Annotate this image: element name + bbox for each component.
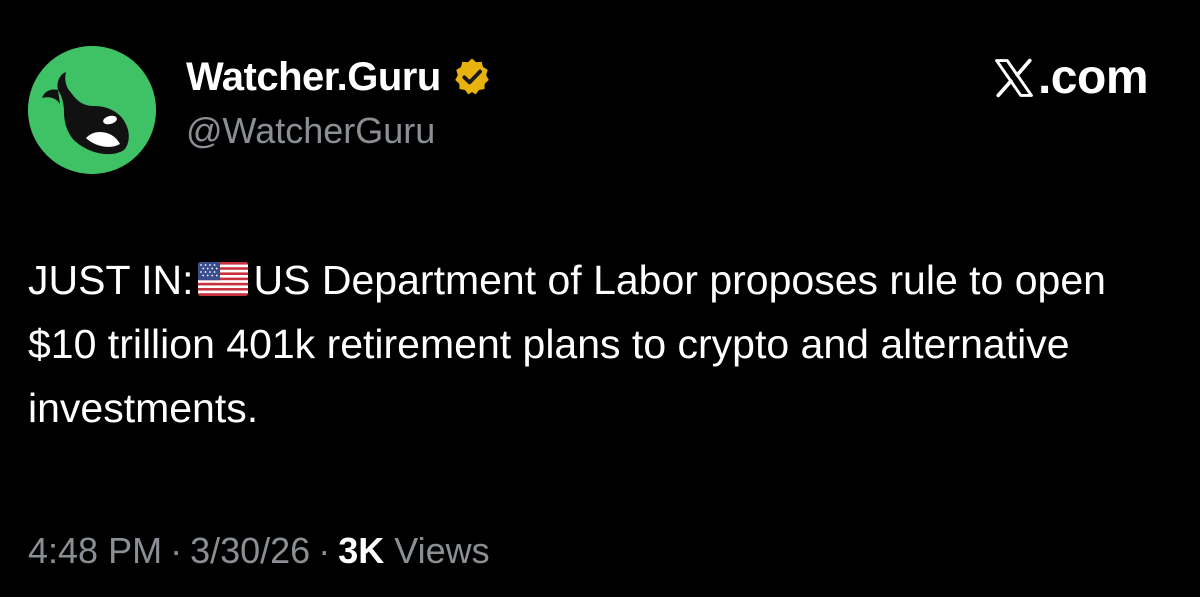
tweet-text: JUST IN: US Department of Labor proposes…	[28, 248, 1178, 440]
author-display-name[interactable]: Watcher.Guru	[186, 55, 441, 100]
author-handle[interactable]: @WatcherGuru	[186, 110, 435, 152]
x-logo-icon	[992, 56, 1036, 100]
tweet-time[interactable]: 4:48 PM	[28, 530, 162, 572]
whale-logo-icon	[28, 46, 156, 174]
tweet-card: Watcher.Guru @WatcherGuru .com JUST IN:	[0, 0, 1200, 597]
verified-badge-icon	[451, 56, 493, 98]
avatar[interactable]	[28, 46, 156, 174]
us-flag-icon	[197, 262, 248, 296]
tweet-meta: 4:48 PM · 3/30/26 · 3K Views	[28, 530, 490, 572]
views-count: 3K	[338, 530, 385, 571]
tweet-date[interactable]: 3/30/26	[190, 530, 310, 572]
tweet-prefix: JUST IN:	[28, 257, 194, 303]
meta-separator: ·	[170, 530, 183, 571]
site-domain-label: .com	[1037, 51, 1149, 104]
meta-separator: ·	[318, 530, 331, 571]
site-logo: .com	[992, 50, 1149, 105]
views-label: Views	[394, 530, 490, 571]
author-name-row: Watcher.Guru	[186, 52, 493, 102]
